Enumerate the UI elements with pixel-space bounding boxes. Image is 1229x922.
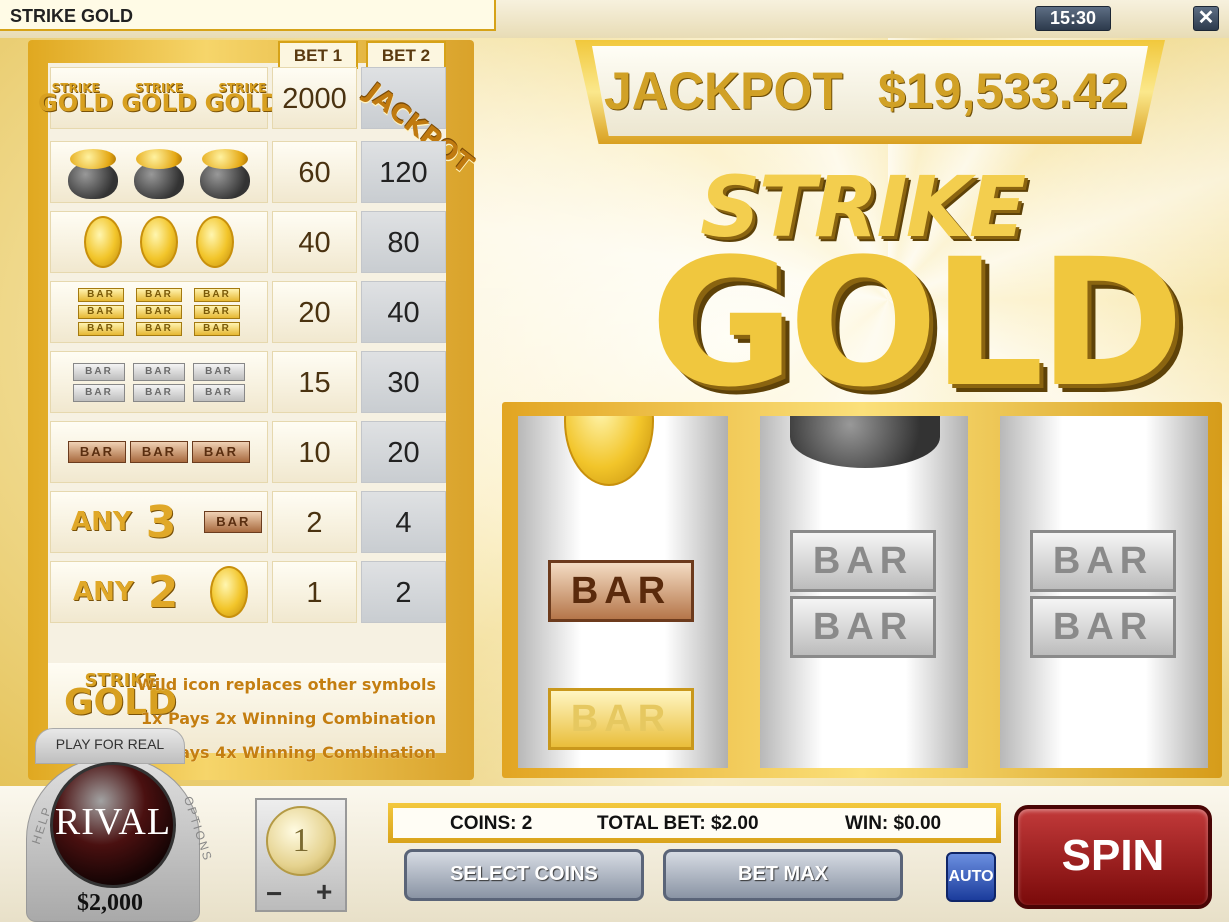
symbol-cell: BAR BAR BAR BAR BAR BAR BAR BAR BAR bbox=[50, 281, 268, 343]
any-count: 3 bbox=[145, 496, 177, 548]
jackpot-label: JACKPOT bbox=[604, 61, 843, 121]
bar-symbol: BAR bbox=[790, 596, 936, 658]
double-bar-icon: BAR BAR bbox=[73, 362, 125, 402]
clock: 15:30 bbox=[1035, 6, 1111, 31]
single-bar-icon: BAR bbox=[130, 441, 188, 463]
auto-button[interactable]: AUTO bbox=[946, 852, 996, 902]
rival-brand: RIVAL bbox=[54, 801, 172, 843]
bet2-payout: 2 bbox=[361, 561, 446, 623]
bet2-payout: 80 bbox=[361, 211, 446, 273]
gold-coin-icon bbox=[564, 416, 654, 486]
game-stage: BET 1 BET 2 STRIKE GOLD STRIKE GOLD STRIKE… bbox=[0, 38, 1229, 786]
strike-gold-logo-icon: STRIKE GOLD bbox=[204, 80, 280, 117]
bet2-payout: 20 bbox=[361, 421, 446, 483]
triple-bar-icon: BAR BAR BAR bbox=[78, 288, 124, 336]
double-bar-icon: BAR BAR bbox=[133, 362, 185, 402]
double-bar-icon: BAR BAR bbox=[193, 362, 245, 402]
bar-symbol: BAR bbox=[548, 560, 694, 622]
info-text: 1x Pays 2x Winning Combination bbox=[140, 709, 436, 728]
bet2-payout: 4 bbox=[361, 491, 446, 553]
win-amount: WIN: $0.00 bbox=[845, 813, 942, 834]
spin-button[interactable]: SPIN bbox=[1014, 805, 1212, 909]
gold-coin-icon bbox=[84, 216, 122, 268]
single-bar-icon: BAR bbox=[68, 441, 126, 463]
pot-of-gold-icon bbox=[130, 145, 188, 199]
coin-value: 1 bbox=[266, 806, 336, 876]
coin-increase-button[interactable]: + bbox=[316, 876, 332, 908]
bet1-payout: 1 bbox=[272, 561, 357, 623]
bet2-payout: 30 bbox=[361, 351, 446, 413]
bar-symbol: BAR bbox=[548, 688, 694, 750]
paytable-row: ANY 3 BAR 2 4 bbox=[48, 489, 446, 555]
symbol-cell bbox=[50, 211, 268, 273]
balance: $2,000 bbox=[77, 890, 143, 916]
bar-symbol: BAR bbox=[790, 530, 936, 592]
bet2-payout: 40 bbox=[361, 281, 446, 343]
bet1-payout: 15 bbox=[272, 351, 357, 413]
bet1-payout: 2 bbox=[272, 491, 357, 553]
bet1-payout: 40 bbox=[272, 211, 357, 273]
play-for-real-button[interactable]: PLAY FOR REAL bbox=[35, 728, 185, 764]
gold-coin-icon bbox=[196, 216, 234, 268]
logo-gold: GOLD bbox=[650, 221, 1184, 426]
single-bar-icon: BAR bbox=[204, 511, 263, 533]
title-bar: STRIKE GOLD 15:30 ✕ bbox=[0, 0, 1229, 38]
strike-gold-logo-icon: STRIKE GOLD bbox=[121, 80, 197, 117]
any-label: ANY bbox=[73, 577, 134, 607]
coin-decrease-button[interactable]: − bbox=[266, 878, 282, 910]
any-count: 2 bbox=[147, 566, 179, 618]
bar-symbol: BAR bbox=[1030, 596, 1176, 658]
pot-of-gold-icon bbox=[196, 145, 254, 199]
bet1-payout: 20 bbox=[272, 281, 357, 343]
bar-symbol: BAR bbox=[1030, 530, 1176, 592]
paytable-row: BAR BAR BAR 10 20 bbox=[48, 419, 446, 485]
symbol-cell: BAR BAR BAR bbox=[50, 421, 268, 483]
triple-bar-icon: BAR BAR BAR bbox=[136, 288, 182, 336]
pot-of-gold-icon bbox=[64, 145, 122, 199]
bet1-payout: 10 bbox=[272, 421, 357, 483]
select-coins-button[interactable]: SELECT COINS bbox=[404, 849, 644, 901]
triple-bar-icon: BAR BAR BAR bbox=[194, 288, 240, 336]
single-bar-icon: BAR bbox=[192, 441, 250, 463]
close-button[interactable]: ✕ bbox=[1193, 6, 1219, 31]
reel-2: BAR BAR bbox=[760, 416, 968, 768]
paytable-row: BAR BAR BAR BAR BAR BAR 15 30 bbox=[48, 349, 446, 415]
paytable-row: 40 80 bbox=[48, 209, 446, 275]
paytable-row: BAR BAR BAR BAR BAR BAR BAR BAR BAR 20 40 bbox=[48, 279, 446, 345]
gold-coin-icon bbox=[210, 566, 249, 618]
pot-of-gold-icon bbox=[790, 416, 940, 468]
total-bet: TOTAL BET: $2.00 bbox=[597, 813, 759, 834]
symbol-cell: STRIKE GOLD STRIKE GOLD STRIKE GOLD bbox=[38, 67, 280, 129]
symbol-cell bbox=[50, 141, 268, 203]
strike-gold-logo-icon: STRIKE GOLD bbox=[38, 80, 114, 117]
window-title: STRIKE GOLD bbox=[0, 0, 496, 31]
info-text: Wild icon replaces other symbols bbox=[137, 675, 436, 694]
any-label: ANY bbox=[71, 507, 132, 537]
reel-3: BAR BAR bbox=[1000, 416, 1208, 768]
symbol-cell: BAR BAR BAR BAR BAR BAR bbox=[50, 351, 268, 413]
symbol-cell: ANY 2 bbox=[50, 561, 268, 623]
bet1-payout: 60 bbox=[272, 141, 357, 203]
bet2-payout: 120 bbox=[361, 141, 446, 203]
reel-1: BAR BAR bbox=[518, 416, 728, 768]
jackpot-value: $19,533.42 bbox=[878, 63, 1129, 119]
gold-coin-icon bbox=[140, 216, 178, 268]
symbol-cell: ANY 3 BAR bbox=[50, 491, 268, 553]
coins-count: COINS: 2 bbox=[450, 813, 533, 834]
info-text: 2x Pays 4x Winning Combination bbox=[140, 743, 436, 762]
paytable-row: 60 120 bbox=[48, 139, 446, 205]
paytable: BET 1 BET 2 STRIKE GOLD STRIKE GOLD STRIKE… bbox=[38, 41, 479, 762]
bet-max-button[interactable]: BET MAX bbox=[663, 849, 903, 901]
paytable-row: ANY 2 1 2 bbox=[48, 559, 446, 625]
bet1-payout: 2000 bbox=[272, 67, 357, 129]
